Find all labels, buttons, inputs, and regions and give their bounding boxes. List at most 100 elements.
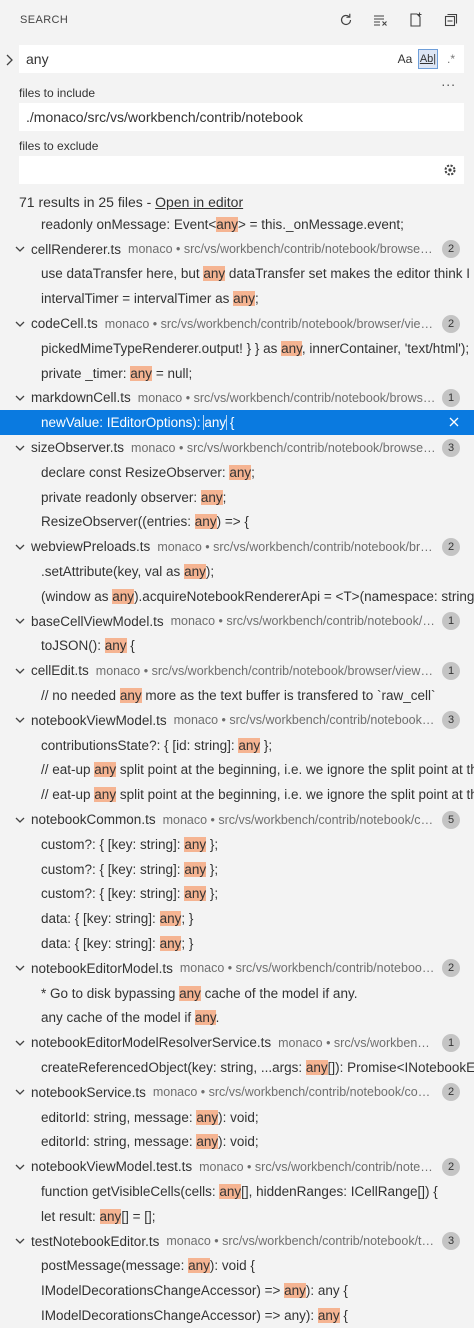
file-row[interactable]: notebookService.ts monaco • src/vs/workbe…: [0, 1080, 474, 1105]
match-row[interactable]: declare const ResizeObserver: any;: [0, 460, 474, 485]
match-row[interactable]: editorId: string, message: any): void;: [0, 1129, 474, 1154]
match-row[interactable]: custom?: { [key: string]: any };: [0, 857, 474, 882]
match-row[interactable]: // eat-up any split point at the beginni…: [0, 758, 474, 783]
match-text: // no needed any more as the text buffer…: [41, 688, 474, 704]
file-row[interactable]: sizeObserver.ts monaco • src/vs/workbench…: [0, 435, 474, 460]
clear-results-icon[interactable]: [370, 9, 392, 31]
match-row[interactable]: pickedMimeTypeRenderer.output! } } as an…: [0, 336, 474, 361]
file-path: monaco • src/vs/workbench/contrib/notebo…: [104, 316, 436, 331]
chevron-down-icon[interactable]: [13, 614, 27, 628]
toggle-replace-icon[interactable]: [4, 52, 16, 68]
match-row[interactable]: data: { [key: string]: any; }: [0, 931, 474, 956]
chevron-down-icon[interactable]: [13, 391, 27, 405]
match-text: function getVisibleCells(cells: any[], h…: [41, 1183, 474, 1199]
match-row[interactable]: IModelDecorationsChangeAccessor) => any)…: [0, 1278, 474, 1303]
match-highlight: any: [112, 588, 135, 604]
files-to-include-input[interactable]: [19, 103, 464, 131]
use-regex-toggle[interactable]: .*: [441, 49, 461, 69]
match-row[interactable]: intervalTimer = intervalTimer as any;: [0, 286, 474, 311]
chevron-down-icon[interactable]: [13, 1234, 27, 1248]
refresh-icon[interactable]: [335, 9, 357, 31]
match-text: private readonly observer: any;: [41, 489, 474, 505]
match-row[interactable]: createReferencedObject(key: string, ...a…: [0, 1055, 474, 1080]
file-row[interactable]: notebookViewModel.test.ts monaco • src/vs…: [0, 1154, 474, 1179]
file-row[interactable]: notebookCommon.ts monaco • src/vs/workben…: [0, 807, 474, 832]
chevron-down-icon[interactable]: [13, 961, 27, 975]
match-row[interactable]: readonly onMessage: Event<any> = this._o…: [0, 212, 474, 237]
chevron-down-icon[interactable]: [13, 713, 27, 727]
match-count-badge: 2: [442, 1083, 460, 1102]
match-row[interactable]: any cache of the model if any.: [0, 1006, 474, 1031]
match-case-toggle[interactable]: Aa: [395, 49, 415, 69]
match-row[interactable]: custom?: { [key: string]: any };: [0, 882, 474, 907]
match-after: {: [226, 415, 235, 431]
file-row[interactable]: webviewPreloads.ts monaco • src/vs/workbe…: [0, 534, 474, 559]
match-before: contributionsState?: { [id: string]:: [41, 737, 239, 753]
match-after: {: [126, 638, 135, 654]
chevron-down-icon[interactable]: [13, 664, 27, 678]
file-row[interactable]: notebookViewModel.ts monaco • src/vs/work…: [0, 708, 474, 733]
match-row[interactable]: postMessage(message: any): void {: [0, 1253, 474, 1278]
match-row[interactable]: custom?: { [key: string]: any };: [0, 832, 474, 857]
file-path: monaco • src/vs/workbench/contrib/notebo…: [166, 1234, 436, 1249]
match-row[interactable]: // no needed any more as the text buffer…: [0, 683, 474, 708]
match-text: // eat-up any split point at the beginni…: [41, 787, 474, 803]
chevron-down-icon[interactable]: [13, 242, 27, 256]
file-row[interactable]: baseCellViewModel.ts monaco • src/vs/work…: [0, 609, 474, 634]
match-row[interactable]: * Go to disk bypassing any cache of the …: [0, 981, 474, 1006]
match-highlight: any: [200, 489, 223, 505]
match-highlight: any: [317, 1307, 340, 1323]
match-before: createReferencedObject(key: string, ...a…: [41, 1059, 306, 1075]
collapse-all-icon[interactable]: [440, 9, 462, 31]
chevron-down-icon[interactable]: [13, 813, 27, 827]
chevron-down-icon[interactable]: [13, 1036, 27, 1050]
file-row[interactable]: testNotebookEditor.ts monaco • src/vs/wor…: [0, 1229, 474, 1254]
chevron-down-icon[interactable]: [13, 1160, 27, 1174]
match-row[interactable]: function getVisibleCells(cells: any[], h…: [0, 1179, 474, 1204]
open-in-editor-link[interactable]: Open in editor: [155, 194, 243, 210]
match-highlight: any: [184, 886, 207, 902]
search-input[interactable]: [19, 45, 395, 73]
match-row[interactable]: private _timer: any = null;: [0, 361, 474, 386]
file-row[interactable]: cellEdit.ts monaco • src/vs/workbench/con…: [0, 658, 474, 683]
match-row[interactable]: let result: any[] = [];: [0, 1204, 474, 1229]
match-count-badge: 2: [442, 959, 460, 978]
chevron-down-icon[interactable]: [13, 317, 27, 331]
match-row[interactable]: private readonly observer: any;: [0, 485, 474, 510]
use-exclude-settings-icon[interactable]: [440, 160, 460, 180]
dismiss-close-icon[interactable]: [446, 414, 462, 430]
match-text: data: { [key: string]: any; }: [41, 911, 474, 927]
match-count-badge: 1: [442, 661, 460, 680]
match-row-selected[interactable]: newValue: IEditorOptions): any {: [0, 410, 474, 436]
file-name: sizeObserver.ts: [31, 440, 125, 456]
match-text: IModelDecorationsChangeAccessor) => any)…: [41, 1283, 474, 1299]
match-before: newValue: IEditorOptions):: [41, 415, 205, 431]
match-row[interactable]: IModelDecorationsChangeAccessor) => any)…: [0, 1303, 474, 1328]
chevron-down-icon[interactable]: [13, 1085, 27, 1099]
match-row[interactable]: ResizeObserver((entries: any) => {: [0, 510, 474, 535]
include-label: files to include: [19, 86, 96, 100]
match-row[interactable]: // eat-up any split point at the beginni…: [0, 782, 474, 807]
match-row[interactable]: (window as any).acquireNotebookRendererA…: [0, 584, 474, 609]
match-row[interactable]: toJSON(): any {: [0, 634, 474, 659]
match-highlight: any: [94, 787, 117, 803]
match-row[interactable]: contributionsState?: { [id: string]: any…: [0, 733, 474, 758]
file-row[interactable]: notebookEditorModel.ts monaco • src/vs/wo…: [0, 956, 474, 981]
file-row[interactable]: codeCell.ts monaco • src/vs/workbench/con…: [0, 311, 474, 336]
match-after: ).acquireNotebookRendererApi = <T>(names…: [134, 588, 474, 604]
toggle-search-details-icon[interactable]: ...: [441, 73, 456, 89]
file-row[interactable]: notebookEditorModelResolverService.ts mon…: [0, 1030, 474, 1055]
match-row[interactable]: editorId: string, message: any): void;: [0, 1105, 474, 1130]
files-to-exclude-input[interactable]: [19, 156, 440, 184]
file-path: monaco • src/vs/workbench/contrib/notebo…: [131, 440, 436, 455]
match-highlight: any: [238, 737, 261, 753]
match-row[interactable]: use dataTransfer here, but any dataTrans…: [0, 262, 474, 287]
match-row[interactable]: .setAttribute(key, val as any);: [0, 559, 474, 584]
match-row[interactable]: data: { [key: string]: any; }: [0, 906, 474, 931]
match-whole-word-toggle[interactable]: Ab|: [418, 49, 438, 69]
chevron-down-icon[interactable]: [13, 441, 27, 455]
new-search-editor-icon[interactable]: [405, 9, 427, 31]
file-row[interactable]: markdownCell.ts monaco • src/vs/workbench…: [0, 386, 474, 411]
chevron-down-icon[interactable]: [13, 540, 27, 554]
file-row[interactable]: cellRenderer.ts monaco • src/vs/workbench…: [0, 237, 474, 262]
